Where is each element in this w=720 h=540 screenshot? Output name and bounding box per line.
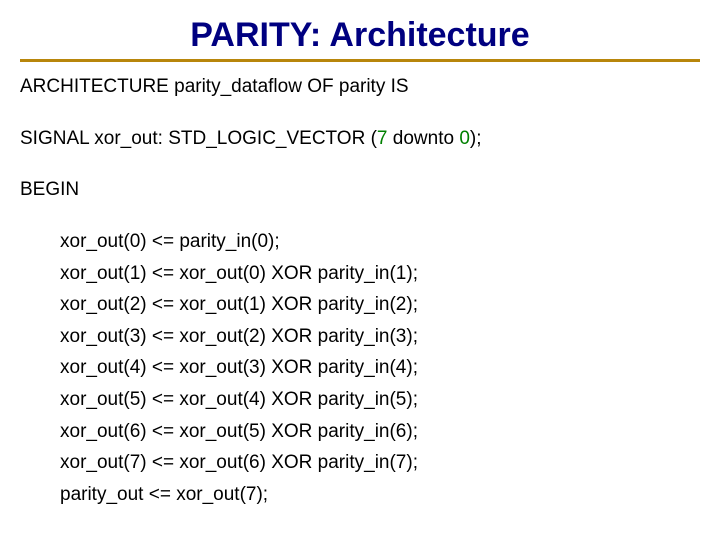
signal-decl: SIGNAL xor_out: STD_LOGIC_VECTOR (7 down…	[20, 126, 700, 152]
range-lo: 0	[459, 128, 470, 149]
stmt: xor_out(5) <= xor_out(4) XOR parity_in(5…	[60, 387, 700, 413]
stmt: xor_out(1) <= xor_out(0) XOR parity_in(1…	[60, 261, 700, 287]
kw-of: OF	[307, 76, 333, 97]
entity-name: parity	[339, 76, 385, 97]
end-line: END parity_dataflow; ;	[20, 534, 700, 540]
stmt: xor_out(0) <= parity_in(0);	[60, 229, 700, 255]
title-rule	[20, 59, 700, 62]
kw-signal: SIGNAL	[20, 128, 89, 149]
stmt: xor_out(6) <= xor_out(5) XOR parity_in(6…	[60, 419, 700, 445]
slide: PARITY: Architecture ARCHITECTURE parity…	[0, 0, 720, 540]
range-hi: 7	[377, 128, 388, 149]
stmt: xor_out(4) <= xor_out(3) XOR parity_in(4…	[60, 355, 700, 381]
end-extra-semicolon: ;	[204, 536, 211, 540]
page-title: PARITY: Architecture	[20, 16, 700, 55]
stmt: xor_out(2) <= xor_out(1) XOR parity_in(2…	[60, 292, 700, 318]
arch-name: parity_dataflow	[174, 76, 302, 97]
kw-is: IS	[391, 76, 409, 97]
architecture-header: ARCHITECTURE parity_dataflow OF parity I…	[20, 74, 700, 100]
paren-close: );	[470, 128, 482, 149]
signal-name: xor_out:	[94, 128, 163, 149]
kw-downto: downto	[393, 128, 454, 149]
stmt: xor_out(3) <= xor_out(2) XOR parity_in(3…	[60, 324, 700, 350]
stmt: xor_out(7) <= xor_out(6) XOR parity_in(7…	[60, 450, 700, 476]
stmt: parity_out <= xor_out(7);	[60, 482, 700, 508]
kw-architecture: ARCHITECTURE	[20, 76, 169, 97]
kw-begin: BEGIN	[20, 177, 700, 203]
signal-type: STD_LOGIC_VECTOR	[168, 128, 365, 149]
